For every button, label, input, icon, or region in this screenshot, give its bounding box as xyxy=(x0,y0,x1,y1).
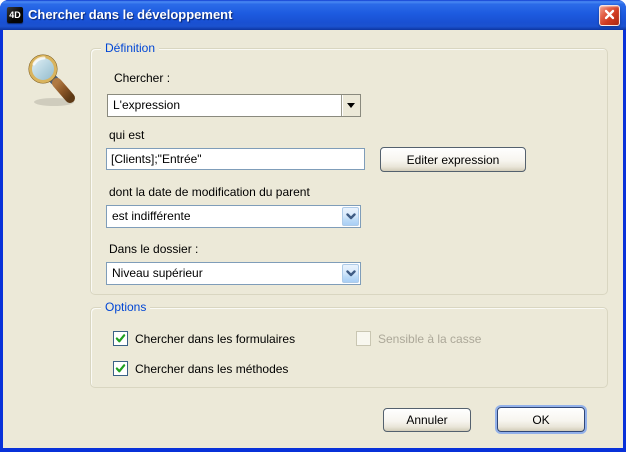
chevron-down-icon xyxy=(342,207,359,226)
app-4d-icon: 4D xyxy=(7,7,23,23)
titlebar[interactable]: 4D Chercher dans le développement xyxy=(0,0,626,30)
checkbox-box xyxy=(356,331,371,346)
dropdown-arrow-icon xyxy=(341,95,360,116)
checkbox-case-sensitive: Sensible à la casse xyxy=(356,331,481,346)
close-x-icon xyxy=(604,7,615,25)
search-type-dropdown[interactable]: L'expression xyxy=(107,94,361,117)
ok-button[interactable]: OK xyxy=(497,407,585,432)
window-title: Chercher dans le développement xyxy=(28,0,232,30)
checkbox-label: Sensible à la casse xyxy=(378,332,481,346)
parent-date-value: est indifférente xyxy=(108,207,342,226)
close-button[interactable] xyxy=(599,5,620,26)
checkbox-box[interactable] xyxy=(113,361,128,376)
checkbox-label: Chercher dans les formulaires xyxy=(135,332,295,346)
options-group: Options Chercher dans les formulaires Se… xyxy=(90,307,608,388)
search-type-value: L'expression xyxy=(108,95,341,116)
options-group-label: Options xyxy=(101,300,150,314)
parent-date-label: dont la date de modification du parent xyxy=(109,185,310,199)
checkbox-label: Chercher dans les méthodes xyxy=(135,362,288,376)
edit-expression-button[interactable]: Editer expression xyxy=(380,147,526,172)
checkmark-icon xyxy=(115,363,126,374)
magnifier-icon xyxy=(24,52,82,115)
folder-value: Niveau supérieur xyxy=(108,264,342,283)
checkbox-search-methods[interactable]: Chercher dans les méthodes xyxy=(113,361,288,376)
definition-group: Définition Chercher : L'expression qui e… xyxy=(90,48,608,295)
folder-label: Dans le dossier : xyxy=(109,242,198,256)
parent-date-dropdown[interactable]: est indifférente xyxy=(106,205,361,228)
dialog-content: Définition Chercher : L'expression qui e… xyxy=(3,30,623,448)
qui-est-label: qui est xyxy=(109,128,144,142)
dialog-window: 4D Chercher dans le développement xyxy=(0,0,626,452)
checkbox-box[interactable] xyxy=(113,331,128,346)
chevron-down-icon xyxy=(342,264,359,283)
checkmark-icon xyxy=(115,333,126,344)
folder-dropdown[interactable]: Niveau supérieur xyxy=(106,262,361,285)
cancel-button[interactable]: Annuler xyxy=(383,408,471,432)
expression-input[interactable] xyxy=(106,148,365,170)
definition-group-label: Définition xyxy=(101,41,159,55)
checkbox-search-forms[interactable]: Chercher dans les formulaires xyxy=(113,331,295,346)
search-label: Chercher : xyxy=(114,71,170,85)
